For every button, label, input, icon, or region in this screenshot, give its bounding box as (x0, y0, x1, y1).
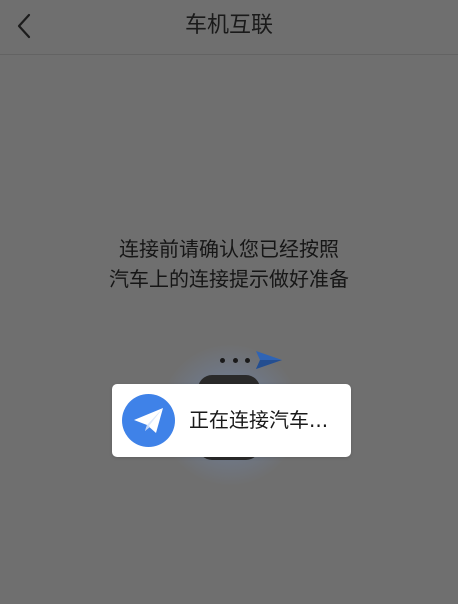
navigation-bar: 车机互联 (0, 0, 458, 55)
toast-icon-badge (122, 394, 175, 447)
instruction-line-2: 汽车上的连接提示做好准备 (109, 267, 349, 291)
loading-toast: 正在连接汽车... (112, 384, 351, 457)
ellipsis-icon (220, 355, 250, 365)
app-screen: 车机互联 连接前请确认您已经按照 汽车上的连接提示做好准备 正在连接汽车... (0, 0, 458, 604)
page-title: 车机互联 (184, 13, 273, 38)
connection-instructions: 连接前请确认您已经按照 汽车上的连接提示做好准备 (0, 234, 458, 294)
instruction-line-1: 连接前请确认您已经按照 (119, 237, 339, 261)
paper-plane-icon (256, 351, 282, 369)
paper-plane-icon (134, 408, 163, 433)
toast-message: 正在连接汽车... (189, 408, 329, 432)
